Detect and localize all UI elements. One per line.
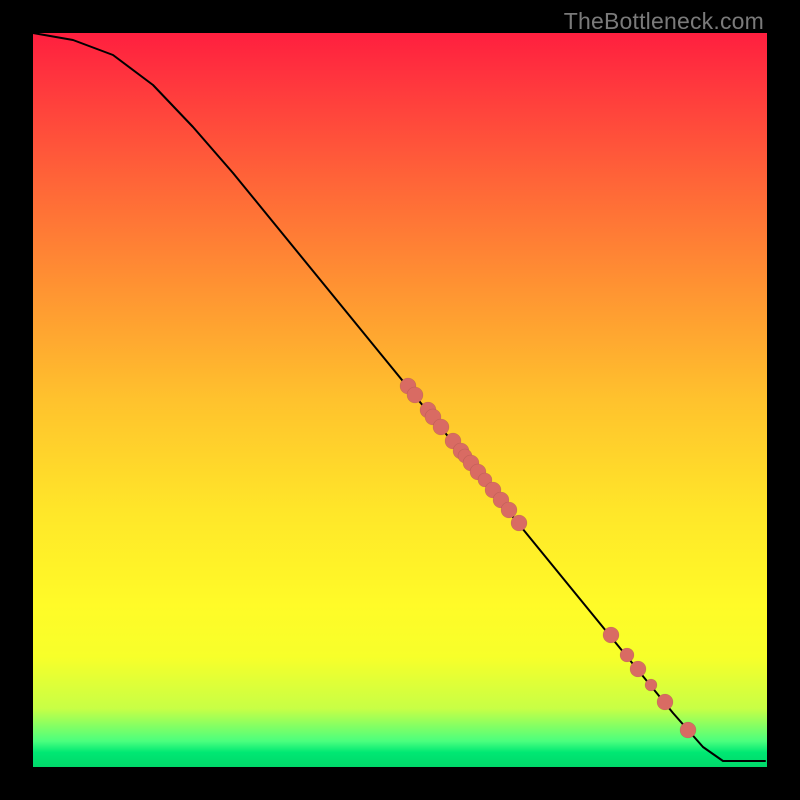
data-marker bbox=[603, 627, 619, 643]
data-marker bbox=[501, 502, 517, 518]
data-marker bbox=[657, 694, 673, 710]
curve-line bbox=[33, 33, 765, 761]
data-marker bbox=[433, 419, 449, 435]
data-marker bbox=[630, 661, 646, 677]
data-marker bbox=[407, 387, 423, 403]
watermark-text: TheBottleneck.com bbox=[564, 8, 764, 35]
data-marker bbox=[620, 648, 634, 662]
chart-svg bbox=[33, 33, 767, 767]
data-marker bbox=[645, 679, 657, 691]
data-marker bbox=[511, 515, 527, 531]
data-marker bbox=[680, 722, 696, 738]
markers-group bbox=[400, 378, 696, 738]
